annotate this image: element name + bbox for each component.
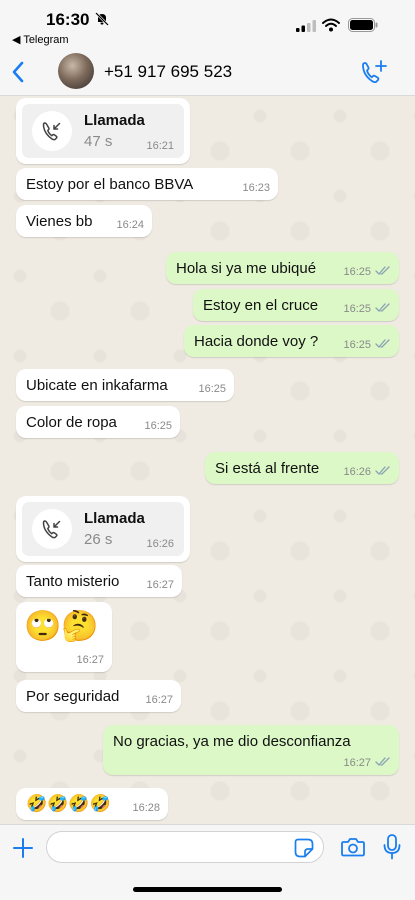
status-bar: 16:30 ◀ Telegram [0,0,415,48]
message-outgoing[interactable]: Si está al frente 16:26 [205,452,399,484]
call-title: Llamada [84,510,145,527]
contact-name[interactable]: +51 917 695 523 [104,62,232,82]
double-check-icon [375,303,390,312]
message-text: Ubicate en inkafarma [26,377,168,394]
home-indicator [133,887,282,892]
back-to-app-link[interactable]: ◀ Telegram [12,33,69,46]
message-time: 16:26 [343,466,371,478]
message-input-bar [0,824,415,900]
message-outgoing[interactable]: Hola si ya me ubiqué 16:25 [166,252,399,284]
signal-icon [296,20,316,32]
message-time: 16:25 [343,303,371,315]
contact-avatar[interactable] [58,53,94,89]
message-text: Color de ropa [26,414,117,431]
message-time: 16:24 [116,219,144,231]
message-outgoing[interactable]: Estoy en el cruce 16:25 [193,289,399,321]
message-time: 16:25 [198,383,226,395]
message-input[interactable] [46,831,324,863]
message-emoji: 🤣🤣🤣🤣 [26,794,111,813]
message-text: Si está al frente [215,460,320,477]
message-incoming-emoji[interactable]: 🙄🤔 16:27 [16,602,112,672]
message-time: 16:25 [343,339,371,351]
message-incoming[interactable]: Ubicate en inkafarma 16:25 [16,369,234,401]
message-time: 16:25 [144,420,172,432]
message-incoming-emoji[interactable]: 🤣🤣🤣🤣 16:28 [16,788,168,820]
call-card: Llamada 47 s 16:21 [22,104,184,158]
message-outgoing[interactable]: No gracias, ya me dio desconfianza 16:27 [103,725,399,775]
message-time: 16:27 [343,757,371,769]
call-duration: 47 s [84,133,113,150]
message-emoji: 🙄🤔 [24,610,99,643]
call-icon-container [32,111,72,151]
message-text: No gracias, ya me dio desconfianza [113,733,351,750]
sticker-icon[interactable] [294,838,314,858]
chat-header: +51 917 695 523 [0,48,415,96]
message-incoming[interactable]: Color de ropa 16:25 [16,406,180,438]
message-incoming-call[interactable]: Llamada 47 s 16:21 [16,98,190,164]
message-text: Por seguridad [26,688,120,705]
double-check-icon [375,466,390,475]
back-chevron-icon[interactable] [10,60,26,84]
message-time: 16:28 [132,802,160,814]
incoming-call-icon [42,122,61,141]
message-text: Hola si ya me ubiqué [176,260,317,277]
call-duration: 26 s [84,531,113,548]
message-text: Tanto misterio [26,573,120,590]
message-text: Estoy en el cruce [203,297,319,314]
message-time: 16:26 [146,538,174,550]
double-check-icon [375,339,390,348]
message-incoming[interactable]: Estoy por el banco BBVA 16:23 [16,168,278,200]
call-icon-container [32,509,72,549]
battery-icon [348,18,378,32]
microphone-icon[interactable] [383,834,401,860]
plus-icon[interactable] [12,837,34,859]
chat-area[interactable]: Llamada 47 s 16:21 Estoy por el banco BB… [0,96,415,824]
wifi-icon [322,18,340,32]
status-time: 16:30 [46,10,90,29]
message-time: 16:27 [146,579,174,591]
message-incoming-call[interactable]: Llamada 26 s 16:26 [16,496,190,562]
incoming-call-icon [42,520,61,539]
message-time: 16:23 [242,182,270,194]
message-text: Vienes bb [26,213,93,230]
call-title: Llamada [84,112,145,129]
message-text: Estoy por el banco BBVA [26,176,194,193]
add-call-icon[interactable] [360,59,388,85]
double-check-icon [375,266,390,275]
message-incoming[interactable]: Por seguridad 16:27 [16,680,181,712]
camera-icon[interactable] [341,837,365,857]
call-card: Llamada 26 s 16:26 [22,502,184,556]
message-incoming[interactable]: Tanto misterio 16:27 [16,565,182,597]
message-time: 16:27 [76,654,104,666]
message-time: 16:27 [145,694,173,706]
double-check-icon [375,757,390,766]
message-incoming[interactable]: Vienes bb 16:24 [16,205,152,237]
message-time: 16:25 [343,266,371,278]
mute-bell-icon [95,12,109,26]
message-outgoing[interactable]: Hacia donde voy ? 16:25 [184,325,399,357]
message-text: Hacia donde voy ? [194,333,319,350]
message-time: 16:21 [146,140,174,152]
